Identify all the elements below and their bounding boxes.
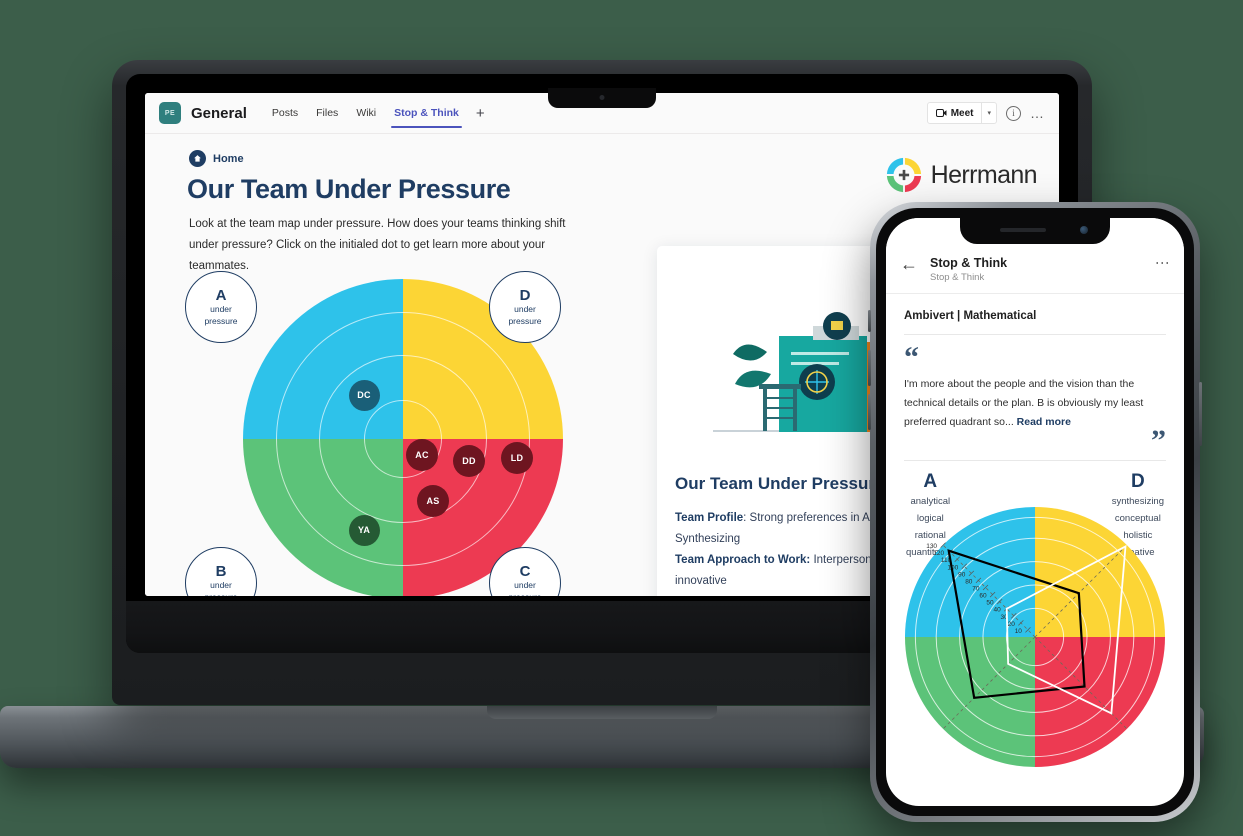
svg-text:20: 20	[1008, 621, 1016, 628]
attr-d-letter: D	[1130, 471, 1145, 492]
quadrant-label-d[interactable]: D under pressure	[489, 271, 561, 343]
svg-text:60: 60	[979, 593, 987, 600]
quadrant-d-sub2: pressure	[508, 315, 542, 326]
member-dot-ld[interactable]: LD	[501, 442, 533, 474]
breadcrumb-label: Home	[213, 152, 244, 165]
back-arrow-icon[interactable]: ←	[900, 255, 918, 273]
quadrant-d-sub1: under	[514, 303, 536, 314]
phone-notch	[960, 218, 1110, 244]
meet-button[interactable]: Meet ▾	[926, 102, 997, 124]
brand-name: Herrmann	[930, 160, 1038, 189]
read-more-link[interactable]: Read more	[1017, 416, 1071, 428]
card-line-1-label: Team Profile	[675, 512, 744, 524]
team-avatar: PE	[159, 102, 181, 124]
quote-block: “ I'm more about the people and the visi…	[886, 335, 1184, 460]
profile-type-title: Ambivert | Mathematical	[904, 310, 1037, 322]
team-name: General	[191, 104, 247, 122]
info-icon[interactable]: i	[1006, 105, 1021, 121]
tab-bar: Posts Files Wiki Stop & Think +	[263, 93, 493, 133]
card-title: Our Team Under Pressure	[675, 474, 885, 493]
member-dot-dd[interactable]: DD	[453, 445, 485, 477]
svg-text:10: 10	[1015, 628, 1023, 635]
phone-device: ← Stop & Think Stop & Think ⋮ Ambivert |…	[868, 202, 1202, 822]
member-dot-ya[interactable]: YA	[348, 514, 380, 546]
svg-text:90: 90	[958, 571, 966, 578]
phone-subtitle: Stop & Think	[930, 272, 985, 283]
page-description: Look at the team map under pressure. How…	[189, 218, 566, 272]
overflow-menu-icon[interactable]: ⋮	[1155, 256, 1171, 270]
svg-text:120: 120	[933, 550, 944, 557]
quadrant-c-sub1: under	[514, 579, 536, 590]
phone-frame: ← Stop & Think Stop & Think ⋮ Ambivert |…	[868, 202, 1202, 822]
quote-open-icon: “	[904, 341, 919, 374]
tab-stop-and-think[interactable]: Stop & Think	[385, 93, 468, 133]
earpiece-speaker-icon	[1000, 228, 1046, 232]
card-line-2-label: Team Approach to Work:	[675, 554, 811, 566]
tab-files[interactable]: Files	[307, 93, 347, 133]
phone-mute-switch[interactable]	[868, 310, 871, 332]
scene: PE General Posts Files Wiki Stop & Think…	[0, 0, 1243, 836]
svg-text:130: 130	[926, 543, 937, 550]
laptop-webcam-notch	[548, 88, 656, 108]
phone-header-titles: Stop & Think Stop & Think	[930, 256, 1146, 283]
meet-button-main[interactable]: Meet	[928, 108, 982, 119]
radar-svg: 102030405060708090100110120130	[905, 507, 1165, 767]
team-map-wheel: A under pressure D under pressure B unde…	[185, 269, 615, 596]
phone-power-button[interactable]	[1199, 382, 1202, 446]
phone-title: Stop & Think	[930, 256, 1008, 270]
quadrant-label-a[interactable]: A under pressure	[185, 271, 257, 343]
webcam-icon	[599, 95, 605, 100]
phone-screen: ← Stop & Think Stop & Think ⋮ Ambivert |…	[886, 218, 1184, 806]
member-dot-ac[interactable]: AC	[406, 439, 438, 471]
quadrant-a-sub1: under	[210, 303, 232, 314]
svg-text:70: 70	[972, 586, 980, 593]
breadcrumb[interactable]: Home	[189, 150, 244, 167]
herrmann-brand: Herrmann	[885, 156, 1038, 194]
member-dot-dc[interactable]: DC	[348, 379, 380, 411]
header-actions: Meet ▾ i …	[926, 102, 1045, 124]
quadrant-b-letter: B	[215, 562, 227, 580]
page-title: Our Team Under Pressure	[187, 174, 511, 204]
quadrant-b-sub2: pressure	[204, 591, 237, 597]
tab-posts[interactable]: Posts	[263, 93, 307, 133]
attr-a-letter: A	[923, 471, 938, 492]
phone-volume-up-button[interactable]	[868, 350, 871, 386]
laptop-base-notch	[487, 706, 717, 719]
svg-text:80: 80	[965, 578, 973, 585]
svg-text:50: 50	[986, 600, 994, 607]
camera-icon	[935, 109, 947, 117]
quadrant-c-sub2: pressure	[508, 591, 541, 597]
meet-label: Meet	[950, 107, 974, 119]
quadrant-b-sub1: under	[210, 579, 232, 590]
tab-wiki[interactable]: Wiki	[347, 93, 385, 133]
phone-bezel: ← Stop & Think Stop & Think ⋮ Ambivert |…	[876, 208, 1194, 816]
quadrant-c-letter: C	[519, 562, 531, 580]
more-options-icon[interactable]: …	[1030, 106, 1045, 120]
phone-volume-down-button[interactable]	[868, 394, 871, 430]
home-icon	[189, 150, 206, 167]
svg-text:40: 40	[993, 607, 1001, 614]
quote-close-icon: ”	[1151, 424, 1166, 457]
herrmann-logo-icon	[885, 156, 923, 194]
quadrant-a-letter: A	[215, 286, 227, 304]
add-tab-button[interactable]: +	[468, 105, 493, 122]
meet-dropdown-caret[interactable]: ▾	[981, 103, 996, 123]
profile-radar-chart: 10 20 30 40 50 60 70 80 90 100 110 120 130	[901, 503, 1169, 767]
front-camera-icon	[1080, 226, 1088, 234]
quadrant-a-sub2: pressure	[204, 315, 238, 326]
quote-text: I'm more about the people and the vision…	[904, 375, 1166, 432]
quadrant-d-letter: D	[519, 286, 531, 304]
wheel-ring-outer	[276, 312, 530, 566]
member-dot-as[interactable]: AS	[417, 485, 449, 517]
